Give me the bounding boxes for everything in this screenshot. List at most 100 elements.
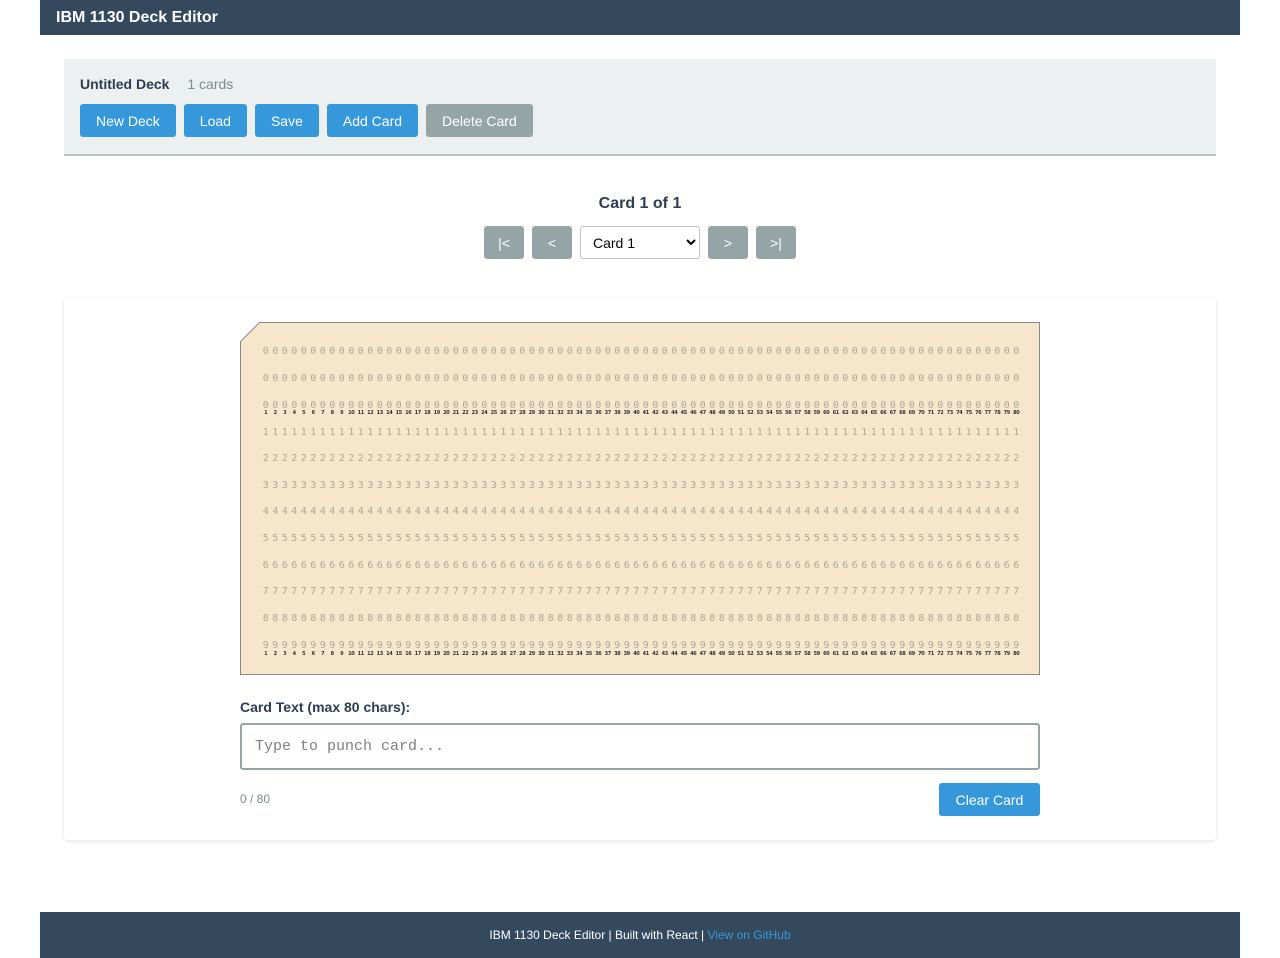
punch-position[interactable]: 0 xyxy=(945,345,955,359)
punch-position[interactable]: 4 xyxy=(746,505,756,519)
punch-position[interactable]: 7 xyxy=(356,585,366,599)
punch-position[interactable]: 8 xyxy=(299,612,309,626)
punch-position[interactable]: 8 xyxy=(983,612,993,626)
punch-position[interactable]: 4 xyxy=(347,505,357,519)
punch-position[interactable]: 4 xyxy=(556,505,566,519)
punch-position[interactable]: 4 xyxy=(632,505,642,519)
punch-position[interactable]: 3 xyxy=(974,479,984,493)
punch-position[interactable]: 8 xyxy=(822,612,832,626)
punch-position[interactable]: 7 xyxy=(518,585,528,599)
punch-position[interactable]: 0 xyxy=(451,345,461,359)
punch-position[interactable]: 3 xyxy=(717,479,727,493)
punch-position[interactable]: 5 xyxy=(888,532,898,546)
punch-position[interactable]: 0 xyxy=(670,372,680,386)
punch-position[interactable]: 2 xyxy=(993,452,1003,466)
punch-position[interactable]: 8 xyxy=(869,612,879,626)
punch-position[interactable]: 6 xyxy=(271,559,281,573)
punch-position[interactable]: 8 xyxy=(955,612,965,626)
punch-position[interactable]: 8 xyxy=(290,612,300,626)
punch-position[interactable]: 5 xyxy=(907,532,917,546)
punch-position[interactable]: 0 xyxy=(812,372,822,386)
punch-position[interactable]: 7 xyxy=(983,585,993,599)
punch-position[interactable]: 3 xyxy=(727,479,737,493)
punch-position[interactable]: 1 xyxy=(337,426,347,440)
punch-position[interactable]: 0 xyxy=(774,345,784,359)
punch-position[interactable]: 4 xyxy=(337,505,347,519)
punch-position[interactable]: 5 xyxy=(860,532,870,546)
punch-position[interactable]: 1 xyxy=(347,426,357,440)
punch-position[interactable]: 3 xyxy=(632,479,642,493)
punch-position[interactable]: 2 xyxy=(347,452,357,466)
punch-position[interactable]: 0 xyxy=(337,345,347,359)
punch-position[interactable]: 7 xyxy=(879,585,889,599)
punch-position[interactable]: 0 xyxy=(993,345,1003,359)
punch-position[interactable]: 4 xyxy=(945,505,955,519)
punch-position[interactable]: 0 xyxy=(594,372,604,386)
punch-position[interactable]: 4 xyxy=(584,505,594,519)
punch-position[interactable]: 0 xyxy=(385,372,395,386)
punch-position[interactable]: 3 xyxy=(499,479,509,493)
punch-position[interactable]: 0 xyxy=(1002,345,1012,359)
punch-position[interactable]: 0 xyxy=(318,372,328,386)
punch-position[interactable]: 6 xyxy=(651,559,661,573)
punch-position[interactable]: 2 xyxy=(556,452,566,466)
punch-position[interactable]: 3 xyxy=(356,479,366,493)
punch-position[interactable]: 1 xyxy=(613,426,623,440)
punch-position[interactable]: 1 xyxy=(328,426,338,440)
punch-position[interactable]: 6 xyxy=(974,559,984,573)
punch-position[interactable]: 6 xyxy=(841,559,851,573)
punch-position[interactable]: 6 xyxy=(879,559,889,573)
punch-position[interactable]: 2 xyxy=(489,452,499,466)
punch-position[interactable]: 5 xyxy=(898,532,908,546)
punch-position[interactable]: 4 xyxy=(613,505,623,519)
punch-position[interactable]: 6 xyxy=(347,559,357,573)
punch-position[interactable]: 2 xyxy=(765,452,775,466)
punch-position[interactable]: 0 xyxy=(499,345,509,359)
punch-position[interactable]: 0 xyxy=(879,345,889,359)
punch-position[interactable]: 2 xyxy=(261,452,271,466)
punch-position[interactable]: 1 xyxy=(860,426,870,440)
punch-position[interactable]: 4 xyxy=(271,505,281,519)
punch-position[interactable]: 4 xyxy=(1012,505,1022,519)
punch-position[interactable]: 4 xyxy=(879,505,889,519)
punch-position[interactable]: 0 xyxy=(907,372,917,386)
punch-position[interactable]: 6 xyxy=(603,559,613,573)
punch-position[interactable]: 0 xyxy=(917,372,927,386)
punch-position[interactable]: 2 xyxy=(280,452,290,466)
punch-position[interactable]: 6 xyxy=(442,559,452,573)
card-text-input[interactable] xyxy=(240,723,1040,770)
punch-position[interactable]: 6 xyxy=(328,559,338,573)
punch-position[interactable]: 5 xyxy=(660,532,670,546)
punch-position[interactable]: 1 xyxy=(413,426,423,440)
punch-position[interactable]: 5 xyxy=(822,532,832,546)
punch-position[interactable]: 0 xyxy=(1012,345,1022,359)
punch-position[interactable]: 1 xyxy=(679,426,689,440)
punch-position[interactable]: 8 xyxy=(603,612,613,626)
punch-position[interactable]: 7 xyxy=(366,585,376,599)
punch-position[interactable]: 4 xyxy=(974,505,984,519)
punch-position[interactable]: 1 xyxy=(689,426,699,440)
punch-position[interactable]: 0 xyxy=(584,345,594,359)
punch-position[interactable]: 6 xyxy=(812,559,822,573)
punch-position[interactable]: 0 xyxy=(888,372,898,386)
punch-position[interactable]: 4 xyxy=(356,505,366,519)
punch-position[interactable]: 4 xyxy=(518,505,528,519)
punch-position[interactable]: 5 xyxy=(879,532,889,546)
punch-position[interactable]: 8 xyxy=(480,612,490,626)
punch-position[interactable]: 8 xyxy=(708,612,718,626)
punch-position[interactable]: 6 xyxy=(936,559,946,573)
punch-position[interactable]: 3 xyxy=(432,479,442,493)
punch-position[interactable]: 2 xyxy=(385,452,395,466)
punch-position[interactable]: 2 xyxy=(898,452,908,466)
punch-position[interactable]: 5 xyxy=(537,532,547,546)
punch-position[interactable]: 5 xyxy=(1002,532,1012,546)
punch-position[interactable]: 1 xyxy=(926,426,936,440)
punch-position[interactable]: 7 xyxy=(841,585,851,599)
punch-position[interactable]: 5 xyxy=(983,532,993,546)
punch-position[interactable]: 4 xyxy=(812,505,822,519)
punch-position[interactable]: 2 xyxy=(651,452,661,466)
punch-position[interactable]: 2 xyxy=(508,452,518,466)
punch-position[interactable]: 8 xyxy=(451,612,461,626)
punch-position[interactable]: 0 xyxy=(632,345,642,359)
punch-position[interactable]: 1 xyxy=(556,426,566,440)
